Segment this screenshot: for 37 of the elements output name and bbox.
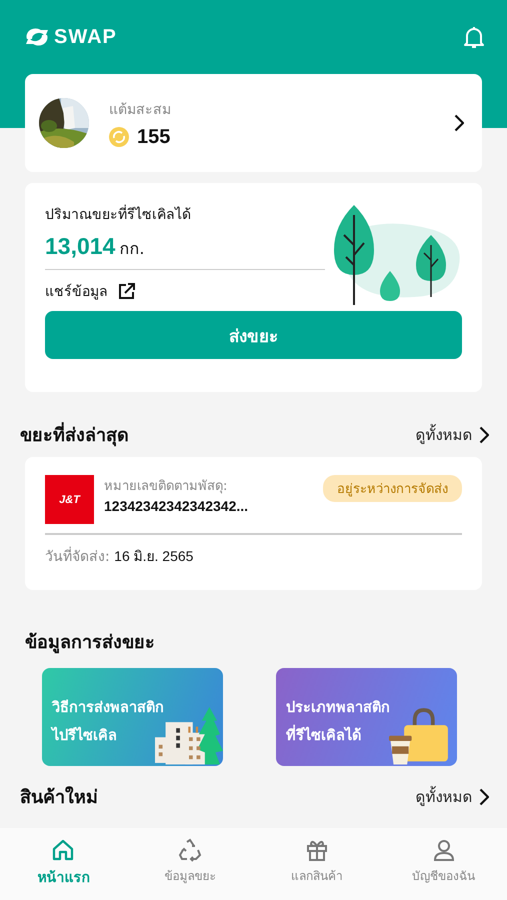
tracking-number: 12342342342342342... <box>104 498 250 514</box>
section-title: ข้อมูลการส่งขยะ <box>25 631 155 656</box>
send-waste-button[interactable]: ส่งขยะ <box>45 311 462 359</box>
carrier-logo: J&T <box>45 475 94 524</box>
recycled-amount-label: ปริมาณขยะที่รีไซเคิลได้ <box>45 203 191 225</box>
external-link-icon[interactable] <box>118 282 136 300</box>
notification-bell-icon[interactable] <box>463 25 485 49</box>
swap-arrows-icon <box>24 27 50 47</box>
gift-icon <box>304 838 329 862</box>
coin-icon <box>109 127 129 147</box>
chevron-right-icon <box>478 788 489 806</box>
points-value: 155 <box>137 126 170 148</box>
section-title: สินค้าใหม่ <box>20 785 98 810</box>
recycle-icon <box>178 838 202 862</box>
points-card[interactable]: แต้มสะสม 155 <box>25 74 482 172</box>
tracking-label: หมายเลขติดตามพัสดุ: <box>104 478 228 496</box>
chevron-right-icon <box>478 426 489 444</box>
points-label: แต้มสะสม <box>109 100 172 120</box>
recycled-amount: 13,014 <box>45 233 116 260</box>
info-tile[interactable]: วิธีการส่งพลาสติก ไปรีไซเคิล <box>42 668 223 766</box>
status-badge: อยู่ระหว่างการจัดส่ง <box>323 475 462 502</box>
nav-tab[interactable]: ข้อมูลขยะ <box>135 838 246 885</box>
nav-tab[interactable]: แลกสินค้า <box>262 838 372 885</box>
see-all-link[interactable]: ดูทั้งหมด <box>416 422 489 446</box>
nav-tab[interactable]: บัญชีของฉัน <box>388 838 499 885</box>
shipment-card[interactable]: J&T หมายเลขติดตามพัสดุ: 12342342342342342... อยู่ระหว่างการจัดส่ง วันที่จัดส่ง: 16 มิ.ย. 2565 <box>25 457 482 590</box>
home-icon <box>51 838 76 862</box>
chevron-right-icon <box>454 114 464 132</box>
section-title: ขยะที่ส่งล่าสุด <box>20 420 129 449</box>
see-all-link[interactable]: ดูทั้งหมด <box>416 784 489 808</box>
ship-date: วันที่จัดส่ง: 16 มิ.ย. 2565 <box>45 546 194 567</box>
info-tile[interactable]: ประเภทพลาสติก ที่รีไซเคิลได้ <box>276 668 457 766</box>
logo-text: SWAP <box>54 26 117 48</box>
nav-tab[interactable]: หน้าแรก <box>8 838 118 888</box>
unit-label: กก. <box>119 238 144 260</box>
share-link[interactable]: แชร์ข้อมูล <box>45 280 108 302</box>
person-icon <box>432 838 456 862</box>
